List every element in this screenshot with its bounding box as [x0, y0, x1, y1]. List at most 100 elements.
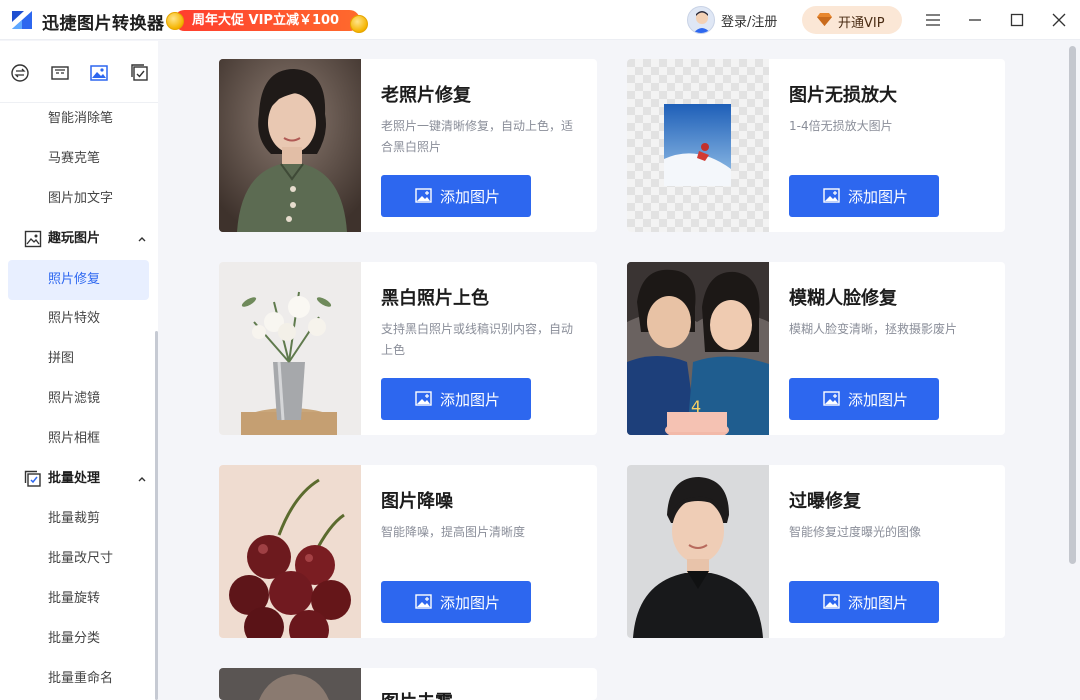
card-title: 过曝修复: [789, 491, 861, 512]
chevron-up-icon: [138, 477, 146, 482]
card-title: 图片去雾: [381, 688, 453, 700]
batch-check-icon: [24, 470, 41, 487]
promo-text: 周年大促 VIP立减￥100: [174, 10, 360, 31]
card-title: 图片无损放大: [789, 85, 897, 106]
card-description: 1-4倍无损放大图片: [789, 119, 893, 133]
sidebar-item-batch-rotate[interactable]: 批量旋转: [0, 579, 158, 619]
fun-image-icon: [24, 230, 42, 248]
sidebar-item-frames[interactable]: 照片相框: [0, 419, 158, 459]
sidebar-item-batch-resize[interactable]: 批量改尺寸: [0, 539, 158, 579]
add-image-button[interactable]: 添加图片: [789, 581, 939, 623]
sidebar-item-batch-classify[interactable]: 批量分类: [0, 619, 158, 659]
add-image-label: 添加图片: [848, 594, 909, 612]
card-lossless-upscale: 图片无损放大 1-4倍无损放大图片 添加图片: [627, 59, 1005, 232]
login-label: 登录/注册: [721, 15, 778, 30]
minimize-icon: [969, 19, 981, 21]
image-add-icon: [823, 391, 840, 406]
compress-icon[interactable]: [50, 63, 70, 83]
card-title: 老照片修复: [381, 85, 471, 106]
card-thumbnail: [627, 59, 769, 232]
card-old-photo-repair: 老照片修复 老照片一键清晰修复，自动上色，适合黑白照片 添加图片: [219, 59, 597, 232]
couple-image: 4: [627, 262, 769, 435]
chevron-up-icon: [138, 237, 146, 242]
card-thumbnail: 4: [627, 262, 769, 435]
menu-button[interactable]: [920, 8, 946, 32]
sidebar-group-batch[interactable]: 批量处理: [0, 459, 158, 499]
card-face-repair: 4 模糊人脸修复 模糊人脸变清晰，拯救摄影废片 添加图片: [627, 262, 1005, 435]
add-image-button[interactable]: 添加图片: [789, 175, 939, 217]
man-portrait-image: [627, 465, 769, 638]
add-image-label: 添加图片: [440, 594, 501, 612]
card-dehaze: 图片去雾: [219, 668, 597, 700]
image-add-icon: [415, 188, 432, 203]
menu-icon: [926, 14, 940, 26]
sidebar-item-smart-eraser[interactable]: 智能消除笔: [0, 99, 158, 139]
card-title: 模糊人脸修复: [789, 288, 897, 309]
close-button[interactable]: [1046, 8, 1072, 32]
open-vip-button[interactable]: 开通VIP: [802, 6, 902, 34]
sidebar-item-batch-crop[interactable]: 批量裁剪: [0, 499, 158, 539]
minimize-button[interactable]: [962, 8, 988, 32]
add-image-label: 添加图片: [848, 188, 909, 206]
add-image-button[interactable]: 添加图片: [381, 581, 531, 623]
sidebar-item-collage[interactable]: 拼图: [0, 339, 158, 379]
convert-icon[interactable]: [10, 63, 30, 83]
card-thumbnail: [627, 465, 769, 638]
maximize-icon: [1010, 13, 1024, 27]
sidebar-group-batch-label: 批量处理: [48, 471, 101, 486]
dehaze-image: [219, 668, 361, 700]
card-thumbnail: [219, 59, 361, 232]
add-image-button[interactable]: 添加图片: [789, 378, 939, 420]
sidebar-group-fun[interactable]: 趣玩图片: [0, 219, 158, 259]
add-image-label: 添加图片: [848, 391, 909, 409]
title-bar: 迅捷图片转换器 周年大促 VIP立减￥100 登录/注册 开通VIP: [0, 0, 1080, 40]
card-description: 智能修复过度曝光的图像: [789, 525, 922, 539]
sidebar-item-photo-effects[interactable]: 照片特效: [0, 299, 158, 339]
portrait-image: [219, 59, 361, 232]
sidebar-item-add-text[interactable]: 图片加文字: [0, 179, 158, 219]
promo-banner[interactable]: 周年大促 VIP立减￥100: [166, 7, 372, 34]
app-logo-icon: [12, 11, 32, 29]
sidebar-item-mosaic[interactable]: 马赛克笔: [0, 139, 158, 179]
add-image-button[interactable]: 添加图片: [381, 175, 531, 217]
card-denoise: 图片降噪 智能降噪，提高图片清晰度 添加图片: [219, 465, 597, 638]
add-image-button[interactable]: 添加图片: [381, 378, 531, 420]
card-title: 图片降噪: [381, 491, 453, 512]
avatar: [687, 6, 715, 34]
sidebar-scrollbar[interactable]: [155, 331, 158, 700]
image-icon[interactable]: [89, 63, 109, 83]
flower-vase-image: [219, 262, 361, 435]
user-avatar-icon: [693, 11, 711, 33]
coin-icon: [350, 15, 368, 33]
vip-label: 开通VIP: [838, 16, 885, 31]
image-add-icon: [823, 188, 840, 203]
sidebar-item-filters[interactable]: 照片滤镜: [0, 379, 158, 419]
sidebar-group-fun-label: 趣玩图片: [48, 231, 101, 246]
add-image-label: 添加图片: [440, 188, 501, 206]
maximize-button[interactable]: [1004, 8, 1030, 32]
sidebar-item-photo-repair[interactable]: 照片修复: [8, 260, 149, 300]
card-description: 老照片一键清晰修复，自动上色，适合黑白照片: [381, 119, 574, 154]
app-title: 迅捷图片转换器: [42, 14, 165, 34]
card-thumbnail: [219, 465, 361, 638]
card-thumbnail: [219, 668, 361, 700]
add-image-label: 添加图片: [440, 391, 501, 409]
batch-icon[interactable]: [130, 63, 150, 83]
sidebar: 智能消除笔 马赛克笔 图片加文字 趣玩图片 照片修复 照片特效 拼图 照片滤镜 …: [0, 41, 158, 700]
card-description: 模糊人脸变清晰，拯救摄影废片: [789, 322, 958, 336]
upscale-image: [627, 59, 769, 232]
main-scrollbar[interactable]: [1069, 46, 1076, 564]
coin-icon: [166, 12, 184, 30]
image-add-icon: [823, 594, 840, 609]
card-colorize: 黑白照片上色 支持黑白照片或线稿识别内容，自动上色 添加图片: [219, 262, 597, 435]
image-add-icon: [415, 391, 432, 406]
cherries-image: [219, 465, 361, 638]
close-icon: [1052, 13, 1066, 27]
sidebar-tools: [0, 41, 158, 103]
sidebar-item-batch-rename[interactable]: 批量重命名: [0, 659, 158, 699]
card-title: 黑白照片上色: [381, 288, 489, 309]
card-overexposure-repair: 过曝修复 智能修复过度曝光的图像 添加图片: [627, 465, 1005, 638]
svg-text:4: 4: [691, 397, 701, 416]
card-thumbnail: [219, 262, 361, 435]
image-add-icon: [415, 594, 432, 609]
